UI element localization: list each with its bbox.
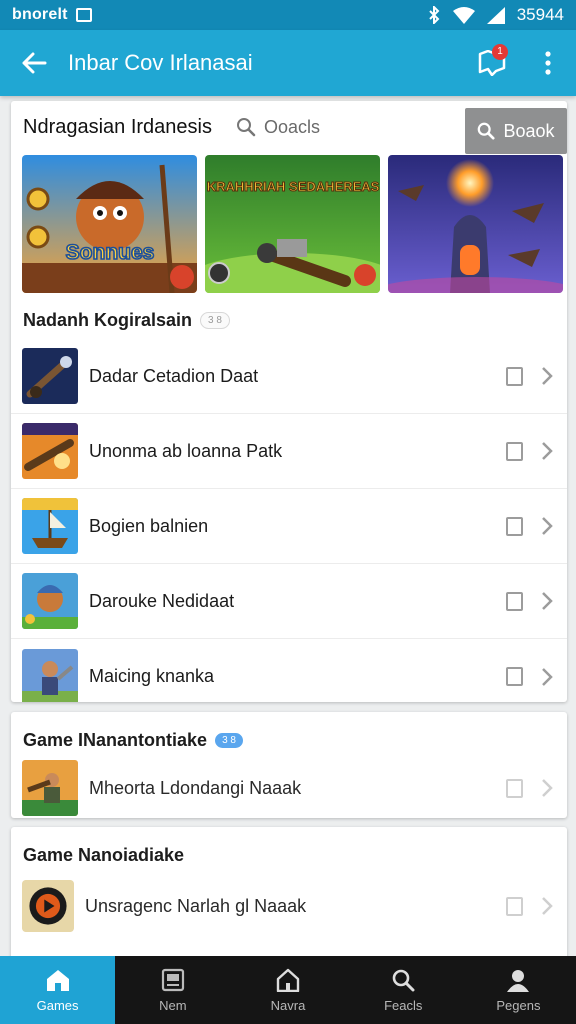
game-thumbnail: [22, 498, 78, 554]
wifi-icon: [452, 6, 475, 24]
chevron-right-icon: [542, 667, 553, 686]
section-title: Nadanh Kogiralsain: [23, 309, 193, 330]
app-title: Inbar Cov Irlanasai: [68, 50, 253, 75]
person-icon: [507, 969, 530, 992]
nav-label: Navra: [270, 997, 306, 1013]
nav-label: Feacls: [384, 997, 423, 1013]
game-list: Dadar Cetadion Daat Unonma ab loanna Pat…: [11, 339, 567, 702]
clock: 35944: [516, 5, 564, 24]
chevron-right-icon: [542, 592, 553, 610]
checkbox[interactable]: [506, 591, 523, 611]
list-item[interactable]: Unsragenc Narlah gl Naaak: [11, 873, 567, 939]
notifications-button[interactable]: 1: [464, 30, 520, 96]
chevron-right-icon: [542, 442, 553, 460]
search-icon: [237, 118, 256, 137]
search-field[interactable]: Ooacls: [236, 117, 320, 138]
inbox-icon: [161, 968, 184, 991]
list-item[interactable]: Mheorta Ldondangi Naaak: [11, 758, 567, 818]
app-bar: Inbar Cov Irlanasai 1: [0, 30, 576, 96]
search-icon: [392, 969, 415, 991]
nav-item-pegens[interactable]: Pegens: [461, 956, 576, 1024]
nav-item-navra[interactable]: Navra: [230, 956, 345, 1024]
search-placeholder: Ooacls: [264, 116, 321, 137]
nav-item-games[interactable]: Games: [0, 956, 116, 1024]
banner-sonnues[interactable]: Sonnues: [22, 155, 197, 293]
section-list-1: Nadanh Kogiralsain 3 8 Dadar Cetadion Da…: [11, 304, 567, 702]
list-item[interactable]: Darouke Nedidaat: [11, 564, 567, 639]
bluetooth-icon: [429, 6, 440, 24]
list-item[interactable]: Dadar Cetadion Daat: [11, 339, 567, 414]
back-arrow-icon: [22, 52, 47, 74]
chevron-right-icon: [542, 367, 553, 385]
banner-tower[interactable]: [388, 155, 563, 293]
game-title: Unonma ab loanna Patk: [89, 440, 283, 461]
home-icon: [46, 969, 69, 991]
game-title: Mheorta Ldondangi Naaak: [89, 777, 302, 798]
banner-sedahereas[interactable]: KRAHHRIAH SEDAHEREAS: [205, 155, 380, 293]
chevron-right-icon: [542, 779, 553, 797]
list-item[interactable]: Maicing knanka: [11, 639, 567, 702]
checkbox[interactable]: [506, 441, 523, 461]
chevron-right-icon: [542, 897, 553, 915]
notification-badge: 1: [492, 44, 508, 60]
list-item[interactable]: Unonma ab loanna Patk: [11, 414, 567, 489]
sim-icon: [75, 8, 92, 22]
list-item[interactable]: Bogien balnien: [11, 489, 567, 564]
checkbox[interactable]: [506, 366, 523, 386]
checkbox[interactable]: [506, 667, 523, 686]
banner-pirate-art: Sonnues: [22, 155, 197, 293]
banner-jungle-art: KRAHHRIAH SEDAHEREAS: [205, 155, 380, 293]
game-title: Bogien balnien: [89, 515, 209, 536]
carrier-name: bnorelt: [12, 6, 68, 23]
featured-header: Ndragasian Irdanesis Ooacls Boaok: [11, 101, 567, 154]
bottom-navigation: Games Nem Navra Feacls Pegens: [0, 956, 576, 1024]
back-button[interactable]: [0, 30, 68, 96]
nav-item-feacls[interactable]: Feacls: [346, 956, 461, 1024]
game-title: Maicing knanka: [89, 666, 215, 686]
section-title: Game Nanoiadiake: [23, 844, 185, 865]
checkbox[interactable]: [506, 516, 523, 536]
search-button[interactable]: Boaok: [465, 108, 567, 154]
more-vert-icon: [545, 51, 551, 75]
nav-label: Pegens: [496, 997, 541, 1013]
section-header: Game INanantontiake 3 8: [11, 712, 567, 758]
game-title: Dadar Cetadion Daat: [89, 365, 259, 386]
section-badge: 3 8: [200, 311, 230, 329]
checkbox[interactable]: [506, 896, 523, 916]
section-header: Nadanh Kogiralsain 3 8: [11, 304, 567, 336]
section-header: Game Nanoiadiake: [11, 827, 567, 873]
content-area: Ndragasian Irdanesis Ooacls Boaok Sonnue…: [0, 96, 576, 956]
nav-item-nem[interactable]: Nem: [115, 956, 230, 1024]
game-title: Darouke Nedidaat: [89, 590, 235, 611]
overflow-menu-button[interactable]: [520, 30, 576, 96]
game-thumbnail: [22, 760, 78, 816]
checkbox[interactable]: [506, 778, 523, 798]
house-icon: [276, 968, 300, 992]
chevron-right-icon: [542, 517, 553, 535]
game-thumbnail: [22, 423, 78, 479]
game-thumbnail: [22, 573, 78, 629]
search-button-label: Boaok: [503, 120, 555, 141]
nav-label: Nem: [159, 997, 187, 1013]
game-thumbnail: [22, 648, 78, 702]
banner-text: Sonnues: [66, 241, 155, 264]
search-icon: [478, 122, 496, 140]
nav-label: Games: [36, 997, 79, 1013]
banner-text: KRAHHRIAH SEDAHEREAS: [207, 179, 380, 194]
section-badge: 3 8: [215, 732, 243, 748]
featured-title: Ndragasian Irdanesis: [23, 115, 212, 138]
section-title: Game INanantontiake: [23, 729, 208, 750]
signal-icon: [486, 6, 505, 24]
featured-card: Ndragasian Irdanesis Ooacls Boaok Sonnue…: [11, 101, 567, 702]
section-card-3: Game Nanoiadiake Unsragenc Narlah gl Naa…: [11, 827, 567, 956]
game-thumbnail: [22, 348, 78, 404]
banner-tower-art: [388, 155, 563, 293]
status-bar: bnorelt 35944: [0, 0, 576, 30]
banner-carousel: Sonnues KRAHHRIAH SEDAHEREAS: [22, 155, 563, 293]
section-card-2: Game INanantontiake 3 8 Mheorta Ldondang…: [11, 712, 567, 818]
game-title: Unsragenc Narlah gl Naaak: [85, 895, 307, 916]
game-thumbnail: [22, 880, 74, 932]
